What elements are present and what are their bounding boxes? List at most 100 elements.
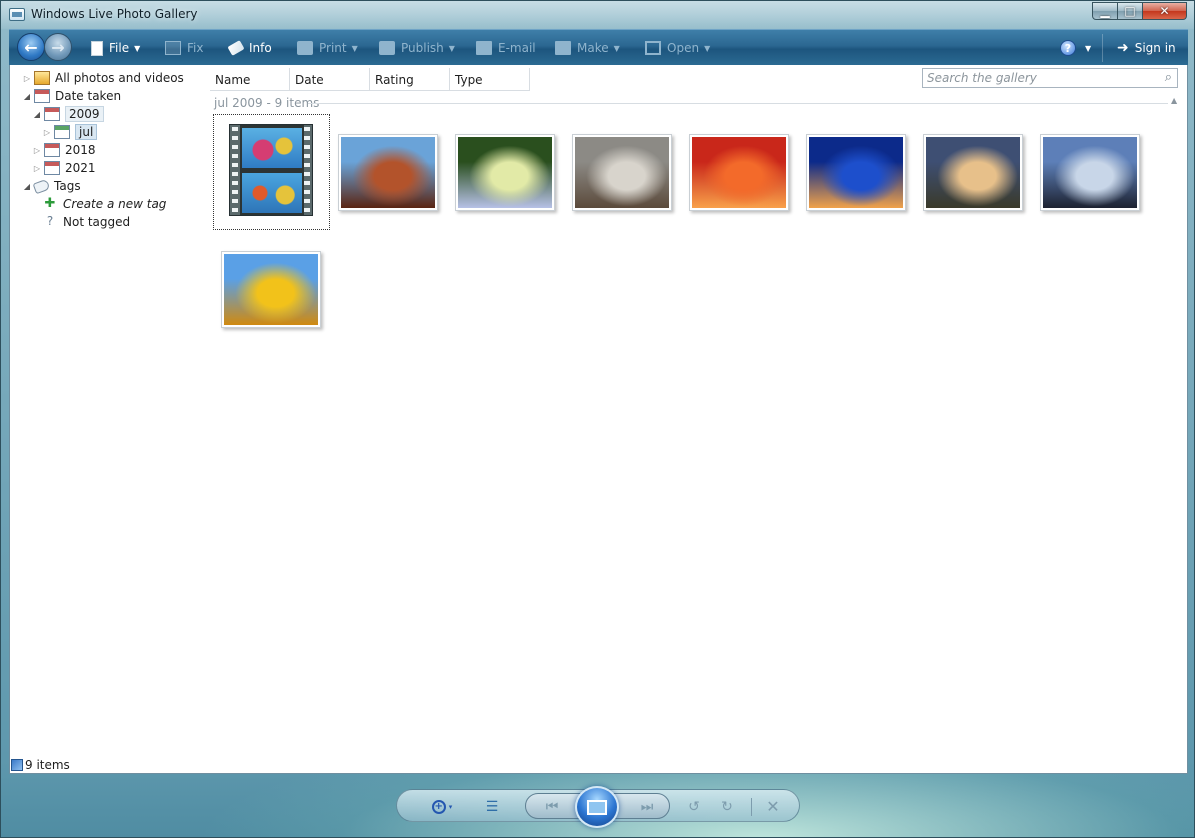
title-bar[interactable]: Windows Live Photo Gallery ▁ □ ✕ <box>1 1 1194 29</box>
back-arrow-icon: ← <box>24 37 38 57</box>
open-label: Open <box>667 41 700 55</box>
calendar-icon <box>44 161 60 175</box>
fix-icon <box>165 41 181 55</box>
tree-label: 2018 <box>65 143 96 157</box>
tree-label: 2021 <box>65 161 96 175</box>
search-icon[interactable]: ⌕ <box>1165 70 1172 85</box>
chevron-down-icon: ▼ <box>613 43 620 53</box>
koala-image <box>575 137 669 208</box>
delete-button[interactable]: ✕ <box>762 790 784 823</box>
tree-label: All photos and videos <box>55 71 184 85</box>
tree-item-tags[interactable]: ◢ Tags <box>22 177 81 195</box>
film-strip-icon <box>229 124 313 216</box>
calendar-icon <box>44 107 60 121</box>
rotate-right-icon: ↻ <box>721 798 733 815</box>
jellyfish-image <box>809 137 903 208</box>
photo-thumbnail[interactable] <box>338 134 438 211</box>
delete-icon: ✕ <box>766 797 780 816</box>
create-new-tag-link[interactable]: ✚ Create a new tag <box>42 195 167 213</box>
lighthouse-image <box>926 137 1020 208</box>
photo-thumbnail[interactable] <box>806 134 906 211</box>
collapse-icon[interactable]: ◢ <box>22 92 32 101</box>
calendar-icon <box>54 125 70 139</box>
maximize-button[interactable]: □ <box>1118 2 1143 20</box>
tree-item-all-photos[interactable]: ▷ All photos and videos <box>22 69 184 87</box>
info-button[interactable]: Info <box>227 30 272 66</box>
tree-item-2021[interactable]: ▷ 2021 <box>32 159 96 177</box>
group-divider <box>308 103 1168 104</box>
expand-icon[interactable]: ▷ <box>32 146 42 155</box>
group-header[interactable]: jul 2009 - 9 items <box>214 96 319 110</box>
collapse-icon[interactable]: ◢ <box>22 182 32 191</box>
expand-icon[interactable]: ▷ <box>42 128 52 137</box>
tree-item-2018[interactable]: ▷ 2018 <box>32 141 96 159</box>
tree-item-jul[interactable]: ▷ jul <box>42 123 98 141</box>
expand-icon[interactable]: ▷ <box>32 164 42 173</box>
file-menu-button[interactable]: File ▼ <box>91 30 140 66</box>
tree-item-2009[interactable]: ◢ 2009 <box>32 105 104 123</box>
photo-thumbnail[interactable] <box>455 134 555 211</box>
zoom-button[interactable]: + ▾ <box>427 790 457 823</box>
column-type[interactable]: Type <box>450 68 530 91</box>
close-button[interactable]: ✕ <box>1143 2 1187 20</box>
thumbnail-grid <box>210 111 1180 341</box>
column-date[interactable]: Date <box>290 68 370 91</box>
search-input[interactable]: Search the gallery ⌕ <box>922 68 1178 88</box>
control-divider <box>750 790 752 823</box>
info-label: Info <box>249 41 272 55</box>
photo-thumbnail[interactable] <box>1040 134 1140 211</box>
tree-item-date-taken[interactable]: ◢ Date taken <box>22 87 121 105</box>
command-toolbar: ← → File ▼ Fix Info Print ▼ Publish ▼ E-… <box>9 29 1188 65</box>
photo-thumbnail[interactable] <box>221 251 321 328</box>
rotate-right-button[interactable]: ↻ <box>716 790 738 823</box>
file-icon <box>91 40 103 56</box>
photo-thumbnail[interactable] <box>572 134 672 211</box>
tree-label: Create a new tag <box>63 197 167 211</box>
photo-thumbnail[interactable] <box>923 134 1023 211</box>
status-bar: 9 items <box>11 757 70 773</box>
penguins-image <box>1043 137 1137 208</box>
forward-button[interactable]: → <box>44 33 72 61</box>
sign-in-button[interactable]: ➜ Sign in <box>1117 30 1176 66</box>
item-count: 9 items <box>25 758 70 772</box>
info-tag-icon <box>227 40 245 56</box>
column-header: Name Date Rating Type <box>210 68 530 91</box>
close-icon: ✕ <box>1159 4 1170 18</box>
publish-menu-button[interactable]: Publish ▼ <box>379 30 455 66</box>
expand-icon[interactable]: ▷ <box>22 74 32 83</box>
zoom-icon: + <box>431 799 446 814</box>
app-icon[interactable] <box>9 8 25 21</box>
next-button[interactable]: ⏭ <box>632 790 662 823</box>
make-menu-button[interactable]: Make ▼ <box>555 30 620 66</box>
previous-button[interactable]: ⏮ <box>537 790 567 823</box>
photo-thumbnail[interactable] <box>689 134 789 211</box>
slideshow-icon <box>587 799 607 815</box>
sign-in-label: Sign in <box>1134 41 1176 55</box>
print-menu-button[interactable]: Print ▼ <box>297 30 358 66</box>
column-name[interactable]: Name <box>210 68 290 91</box>
details-view-button[interactable]: ☰ <box>481 790 503 823</box>
back-button[interactable]: ← <box>17 33 45 61</box>
minimize-button[interactable]: ▁ <box>1092 2 1118 20</box>
navigation-tree: ▷ All photos and videos ◢ Date taken ◢ 2… <box>10 65 209 755</box>
publish-icon <box>379 41 395 55</box>
slideshow-button[interactable] <box>575 786 619 828</box>
email-button[interactable]: E-mail <box>476 30 536 66</box>
publish-label: Publish <box>401 41 444 55</box>
help-menu-button[interactable]: ? ▼ <box>1060 30 1091 66</box>
app-window: Windows Live Photo Gallery ▁ □ ✕ ← → Fil… <box>0 0 1195 838</box>
fix-button[interactable]: Fix <box>165 30 203 66</box>
details-icon: ☰ <box>485 798 499 815</box>
collapse-group-icon[interactable]: ▲ <box>1171 96 1177 105</box>
search-placeholder: Search the gallery <box>927 71 1037 85</box>
open-menu-button[interactable]: Open ▼ <box>645 30 710 66</box>
email-icon <box>476 41 492 55</box>
video-thumbnail[interactable] <box>229 124 329 216</box>
fix-label: Fix <box>187 41 204 55</box>
tree-item-not-tagged[interactable]: ? Not tagged <box>42 213 130 231</box>
print-label: Print <box>319 41 347 55</box>
collapse-icon[interactable]: ◢ <box>32 110 42 119</box>
column-rating[interactable]: Rating <box>370 68 450 91</box>
maximize-icon: □ <box>1124 4 1136 18</box>
rotate-left-button[interactable]: ↺ <box>683 790 705 823</box>
